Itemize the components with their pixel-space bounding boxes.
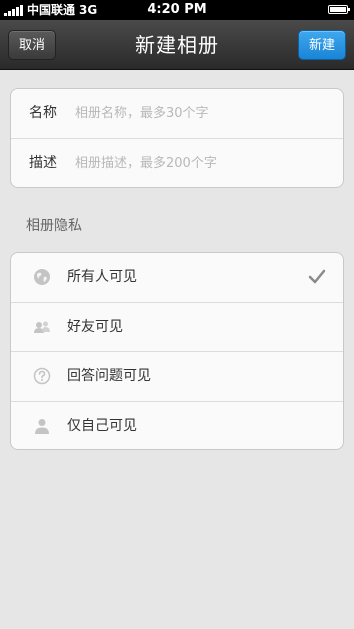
status-bar: 中国联通 3G 4:20 PM	[0, 0, 354, 20]
album-description-input[interactable]	[75, 149, 325, 177]
privacy-option-everyone[interactable]: 所有人可见	[11, 253, 343, 303]
checkmark-icon	[308, 269, 326, 284]
privacy-option-label: 所有人可见	[67, 269, 137, 285]
album-name-input[interactable]	[75, 99, 325, 127]
person-icon	[35, 418, 49, 434]
globe-icon	[34, 269, 50, 285]
privacy-option-only-me[interactable]: 仅自己可见	[11, 402, 343, 450]
battery-icon	[328, 5, 350, 14]
question-icon	[33, 367, 51, 385]
privacy-option-label: 好友可见	[67, 318, 123, 335]
privacy-option-answer-question[interactable]: 回答问题可见	[11, 352, 343, 402]
privacy-option-label: 仅自己可见	[67, 417, 137, 434]
description-row: 描述	[11, 139, 343, 187]
status-time: 4:20 PM	[147, 2, 207, 17]
name-label: 名称	[29, 105, 57, 121]
create-button[interactable]: 新建	[298, 30, 346, 60]
privacy-options-list: 所有人可见 好友可见 回答问题可见 仅自己可见	[10, 252, 344, 450]
friends-icon	[34, 321, 50, 333]
privacy-option-friends[interactable]: 好友可见	[11, 303, 343, 352]
description-label: 描述	[29, 155, 57, 171]
privacy-option-label: 回答问题可见	[67, 368, 151, 384]
name-row: 名称	[11, 89, 343, 139]
album-info-form: 名称 描述	[10, 88, 344, 188]
privacy-section-title: 相册隐私	[26, 218, 82, 234]
nav-bar: 取消 新建相册 新建	[0, 20, 354, 70]
